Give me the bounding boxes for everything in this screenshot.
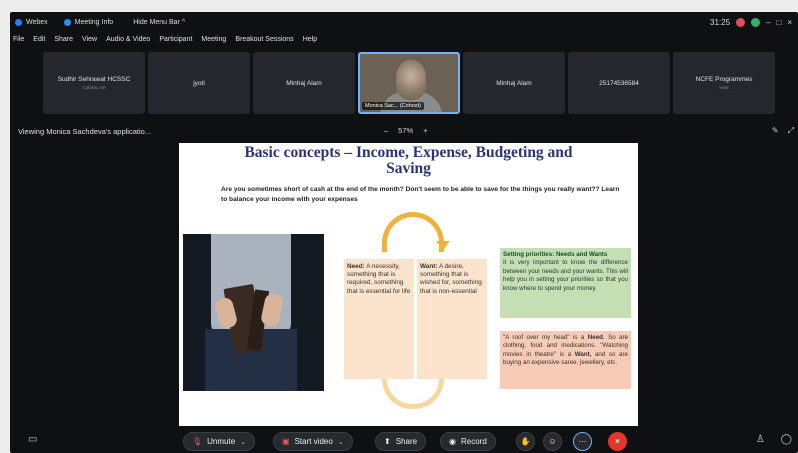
raise-hand-button[interactable]: ✋ (516, 432, 535, 451)
unmute-button[interactable]: 🎙 Unmute ⌄ (183, 432, 256, 451)
participant-tile[interactable]: jyoti (148, 52, 250, 114)
participant-name: Monica Sac... (Cohost) (362, 102, 424, 110)
info-icon (63, 18, 71, 26)
zoom-in-button[interactable]: + (423, 126, 427, 135)
menu-view[interactable]: View (82, 36, 97, 48)
hide-menu-bar-button[interactable]: Hide Menu Bar ^ (133, 19, 185, 26)
participant-strip: Sudhir Sehrawat HCSSC Cohost, me jyoti M… (43, 52, 775, 114)
menu-bar: File Edit Share View Audio & Video Parti… (13, 36, 317, 48)
empty-wallet-image (183, 234, 324, 391)
unmute-label: Unmute (207, 437, 236, 446)
panel-buttons: ♙ ◯ (756, 434, 792, 445)
examples-text-a: "A roof over my head" is a (503, 334, 588, 341)
menu-file[interactable]: File (13, 36, 24, 48)
examples-box: "A roof over my head" is a Need. So are … (500, 331, 631, 389)
video-person-face (396, 60, 426, 100)
menu-help[interactable]: Help (303, 36, 317, 48)
participant-tile[interactable]: NCFE Programmes Host (673, 52, 775, 114)
record-button[interactable]: ◉ Record (440, 432, 496, 451)
zoom-out-button[interactable]: – (384, 126, 388, 135)
webex-window: Webex Meeting Info Hide Menu Bar ^ 31:25… (10, 12, 798, 453)
title-bar: Webex Meeting Info Hide Menu Bar ^ 31:25… (10, 12, 798, 32)
annotate-icon[interactable]: ✎ (772, 126, 779, 136)
participants-icon[interactable]: ♙ (756, 434, 765, 445)
want-box: Want: A desire, something that is wished… (417, 259, 487, 379)
menu-breakout-sessions[interactable]: Breakout Sessions (235, 36, 293, 48)
slide-title-line-2: Saving (386, 160, 431, 177)
menu-meeting[interactable]: Meeting (201, 36, 226, 48)
microphone-muted-icon: 🎙 (192, 437, 203, 446)
captions-icon[interactable]: ▭ (28, 434, 37, 445)
slide-title: Basic concepts – Income, Expense, Budget… (179, 145, 638, 177)
video-off-icon: ▣ (282, 437, 290, 446)
end-meeting-button[interactable]: × (608, 432, 627, 451)
cycle-arrow-bottom (382, 379, 444, 409)
meeting-info-label: Meeting Info (74, 18, 114, 26)
participant-name: Minhaj Alam (496, 79, 532, 87)
cycle-arrow-top (382, 212, 444, 252)
participant-tile[interactable]: Sudhir Sehrawat HCSSC Cohost, me (43, 52, 145, 114)
menu-audio-video[interactable]: Audio & Video (106, 36, 150, 48)
participant-name: Sudhir Sehrawat HCSSC (57, 76, 131, 83)
recording-indicator-icon (736, 17, 746, 27)
zoom-control: – 57% + (384, 126, 428, 135)
shared-slide: Basic concepts – Income, Expense, Budget… (179, 143, 638, 426)
app-name: Webex (26, 18, 48, 26)
title-bar-right: 31:25 – □ × (710, 12, 792, 32)
meeting-timer: 31:25 (710, 17, 731, 27)
participant-name: NCFE Programmes (695, 76, 753, 83)
zoom-level[interactable]: 57% (398, 126, 413, 135)
participant-role: Cohost, me (82, 85, 106, 90)
examples-want: Want, (574, 350, 592, 358)
menu-share[interactable]: Share (54, 36, 73, 48)
chevron-down-icon[interactable]: ⌄ (338, 438, 344, 446)
more-icon: ⋯ (578, 437, 587, 446)
slide-title-line-1: Basic concepts – Income, Expense, Budget… (244, 144, 573, 161)
more-options-button[interactable]: ⋯ (573, 432, 592, 451)
record-icon: ◉ (449, 437, 456, 446)
participant-name: Minhaj Alam (286, 79, 322, 87)
share-button[interactable]: ⬆ Share (375, 432, 427, 451)
start-video-label: Start video (294, 437, 333, 446)
share-icon: ⬆ (384, 437, 391, 446)
examples-need: Need. (587, 334, 605, 341)
participant-tile[interactable]: Minhaj Alam (463, 52, 565, 114)
want-label: Want: (420, 263, 438, 270)
participant-name: 25174536584 (599, 79, 639, 87)
slide-intro: Are you sometimes short of cash at the e… (221, 186, 620, 203)
restore-button[interactable]: □ (776, 18, 781, 27)
priorities-box: Setting priorities: Needs and Wants It i… (500, 248, 631, 318)
webex-logo-icon (15, 18, 22, 26)
chevron-down-icon[interactable]: ⌄ (240, 438, 246, 446)
reactions-icon: ☺ (548, 437, 557, 446)
need-box: Need: A necessity, something that is req… (344, 259, 414, 379)
app-title[interactable]: Webex (15, 18, 48, 26)
close-icon: × (615, 437, 620, 446)
participant-video-tile[interactable]: Monica Sac... (Cohost) (358, 52, 460, 114)
participant-tile[interactable]: Minhaj Alam (253, 52, 355, 114)
reactions-button[interactable]: ☺ (543, 432, 562, 451)
menu-edit[interactable]: Edit (33, 36, 45, 48)
priorities-heading: Setting priorities: Needs and Wants (503, 251, 608, 258)
close-button[interactable]: × (787, 18, 792, 27)
meeting-info-button[interactable]: Meeting Info (63, 18, 114, 26)
connection-indicator-icon (751, 17, 761, 27)
start-video-button[interactable]: ▣ Start video ⌄ (273, 432, 353, 451)
participant-role: Host (719, 85, 729, 90)
fullscreen-icon[interactable]: ⤢ (788, 126, 794, 136)
meeting-controls: ▭ 🎙 Unmute ⌄ ▣ Start video ⌄ ⬆ Share ◉ R… (10, 430, 798, 453)
share-label: Share (395, 437, 418, 446)
viewing-share-label[interactable]: Viewing Monica Sachdeva's applicatio... (18, 127, 151, 136)
participant-name: jyoti (193, 79, 205, 87)
record-label: Record (460, 437, 487, 446)
participant-tile[interactable]: 25174536584 (568, 52, 670, 114)
chat-icon[interactable]: ◯ (781, 434, 792, 445)
need-label: Need: (347, 263, 365, 270)
priorities-text: It is very important to know the differe… (503, 259, 628, 292)
arrow-head-icon (436, 241, 450, 250)
raise-hand-icon: ✋ (520, 437, 531, 446)
menu-participant[interactable]: Participant (159, 36, 192, 48)
minimize-button[interactable]: – (766, 18, 770, 27)
view-options: ✎ ⤢ (772, 126, 794, 136)
